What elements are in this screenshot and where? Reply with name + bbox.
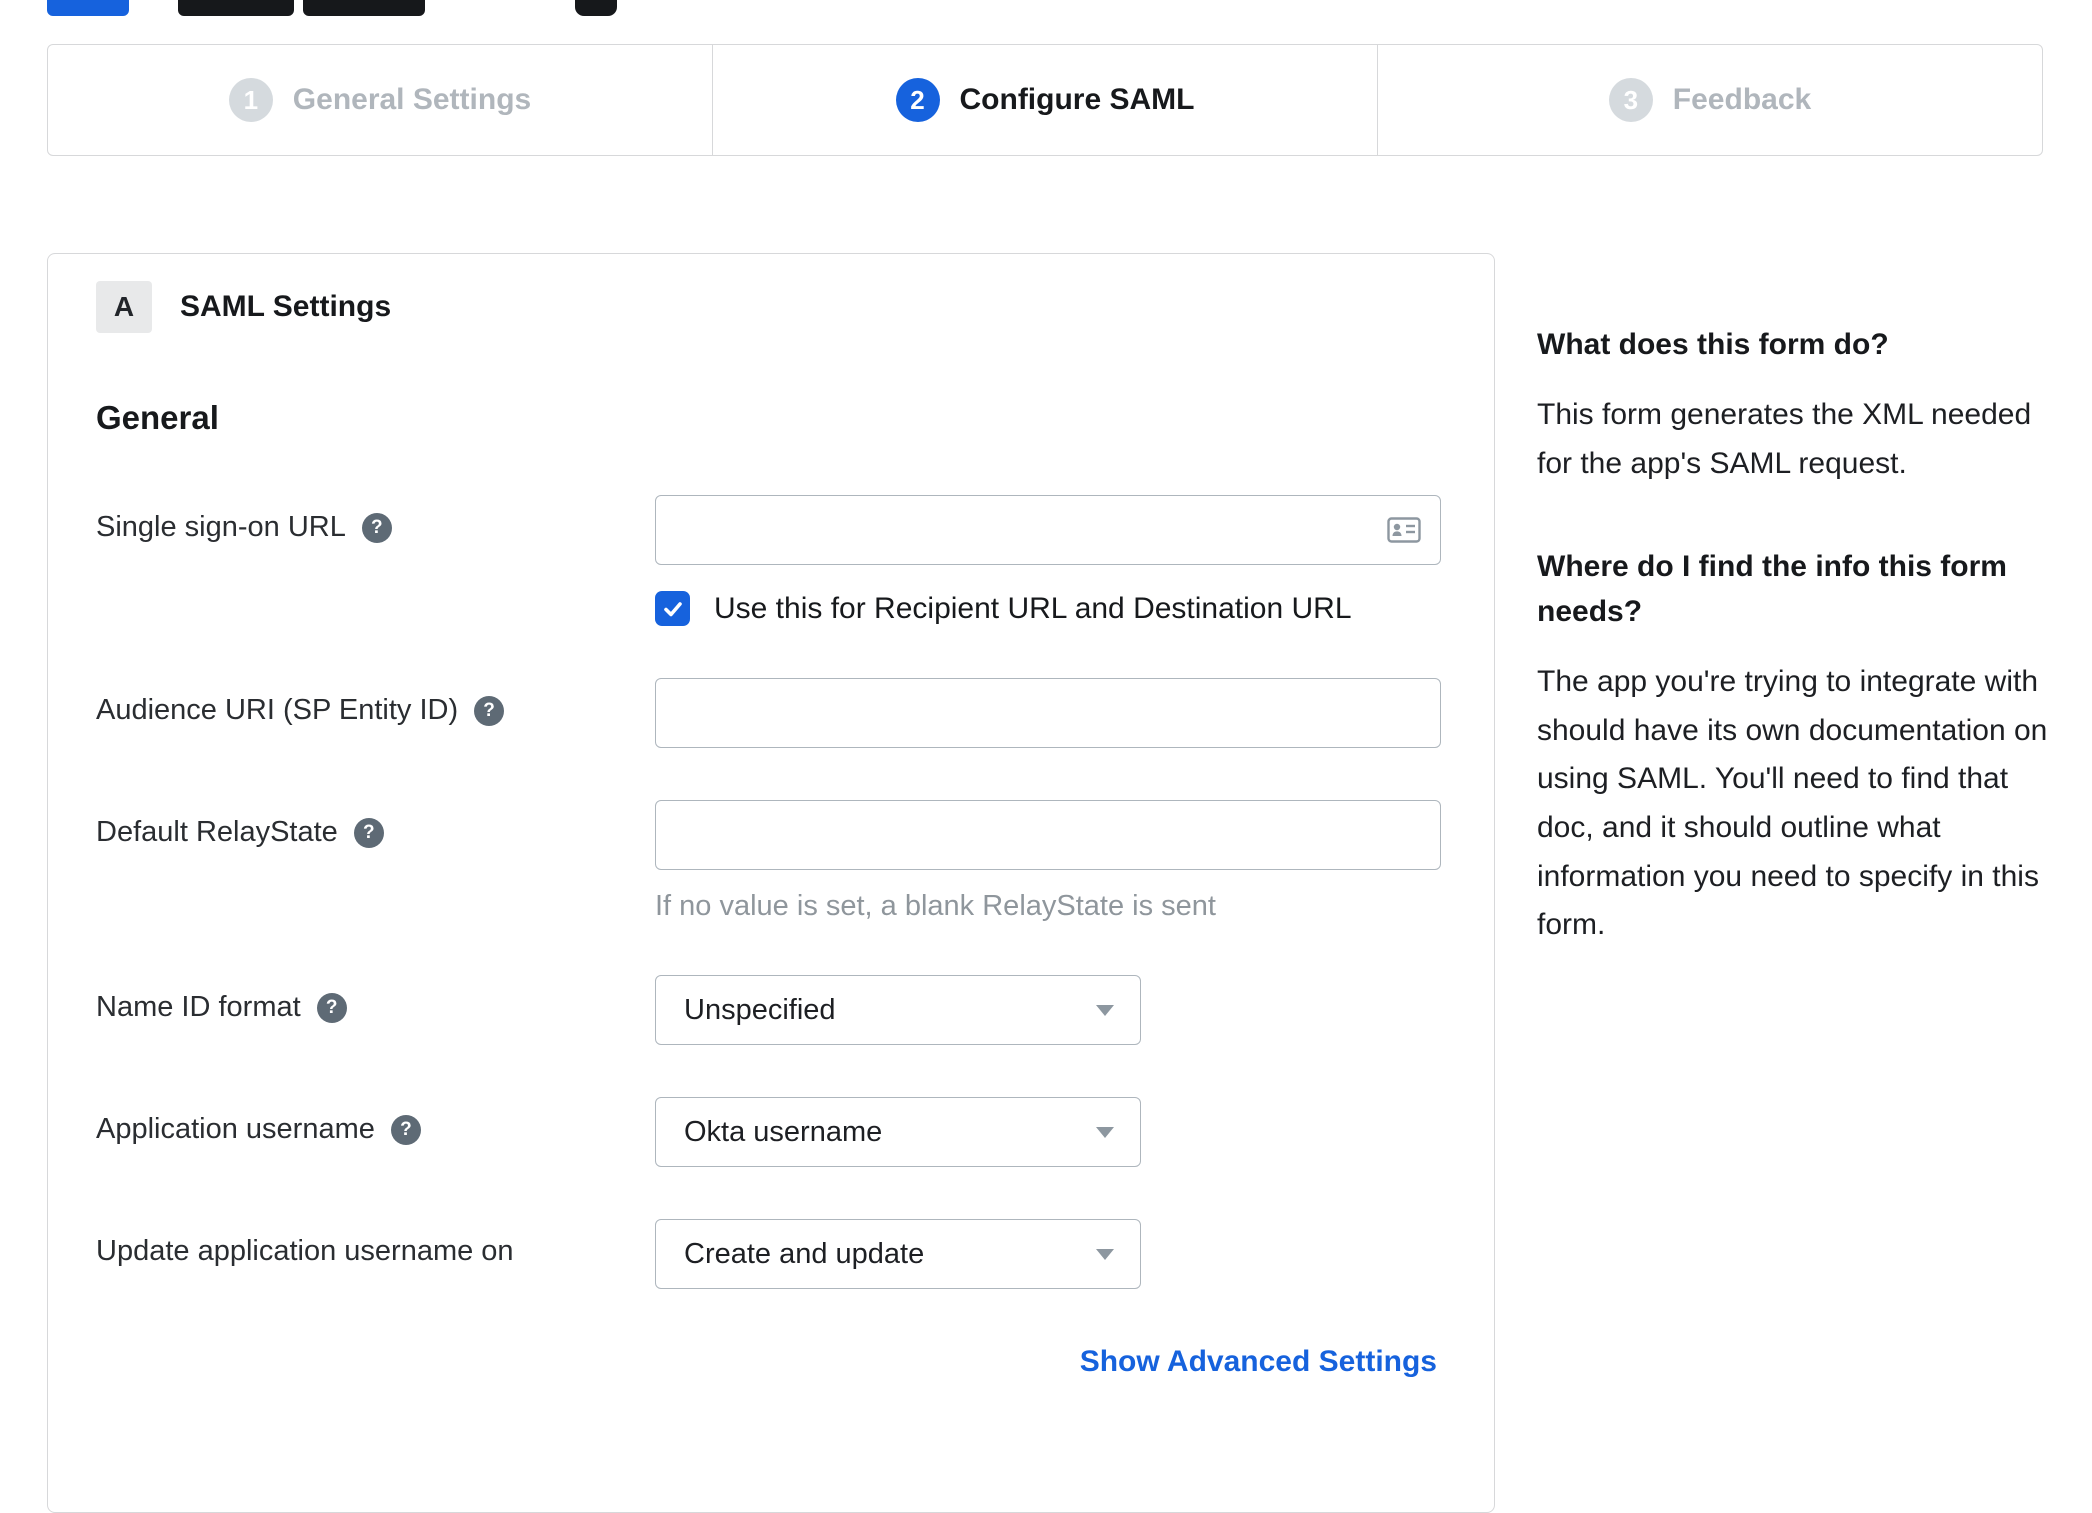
relay-state-label-cell: Default RelayState ?	[96, 800, 655, 849]
sso-url-label-cell: Single sign-on URL ?	[96, 495, 655, 544]
update-app-username-label-cell: Update application username on	[96, 1219, 655, 1268]
relay-state-label: Default RelayState	[96, 816, 338, 848]
relay-state-input[interactable]	[655, 800, 1441, 870]
app-username-select[interactable]: Okta username	[655, 1097, 1141, 1167]
cropped-title-fragment	[178, 0, 294, 16]
update-app-username-select[interactable]: Create and update	[655, 1219, 1141, 1289]
recipient-url-checkbox-label: Use this for Recipient URL and Destinati…	[714, 591, 1352, 625]
panel-header: A SAML Settings	[96, 281, 1437, 333]
app-username-value: Okta username	[684, 1115, 883, 1148]
relay-state-control: If no value is set, a blank RelayState i…	[655, 800, 1441, 923]
question-glyph: ?	[400, 1118, 412, 1140]
help-icon[interactable]: ?	[361, 512, 392, 543]
cropped-header	[0, 0, 2092, 20]
step-3-number-badge: 3	[1608, 78, 1653, 122]
help-icon[interactable]: ?	[390, 1114, 421, 1145]
audience-uri-label: Audience URI (SP Entity ID)	[96, 694, 459, 726]
cropped-logo-fragment	[575, 0, 617, 16]
relay-state-row: Default RelayState ? If no value is set,…	[96, 800, 1441, 923]
chevron-down-icon	[1096, 1005, 1114, 1016]
app-username-row: Application username ? Okta username	[96, 1097, 1437, 1167]
name-id-format-select[interactable]: Unspecified	[655, 975, 1141, 1045]
step-3-label: Feedback	[1672, 83, 1812, 116]
audience-uri-control	[655, 678, 1441, 748]
recipient-url-checkbox-row: Use this for Recipient URL and Destinati…	[655, 591, 1441, 626]
audience-uri-input-wrap	[655, 678, 1441, 748]
sso-url-label: Single sign-on URL	[96, 511, 346, 543]
help-icon[interactable]: ?	[316, 992, 347, 1023]
recipient-url-checkbox[interactable]	[655, 591, 690, 626]
sso-url-input[interactable]	[655, 495, 1441, 565]
relay-state-input-wrap	[655, 800, 1441, 870]
sso-url-input-wrap	[655, 495, 1441, 565]
question-glyph: ?	[371, 516, 383, 538]
help-body-where: The app you're trying to integrate with …	[1537, 665, 2048, 942]
question-glyph: ?	[363, 821, 375, 843]
cropped-blue-fragment	[47, 0, 129, 16]
checkmark-icon	[663, 601, 682, 616]
chevron-down-icon	[1096, 1249, 1114, 1260]
app-username-label: Application username	[96, 1113, 375, 1145]
app-username-label-cell: Application username ?	[96, 1097, 655, 1146]
sso-url-row: Single sign-on URL ? Use this for Recipi…	[96, 495, 1441, 626]
update-app-username-value: Create and update	[684, 1237, 925, 1270]
name-id-format-row: Name ID format ? Unspecified	[96, 975, 1437, 1045]
advanced-settings-row: Show Advanced Settings	[96, 1345, 1437, 1379]
sso-url-control: Use this for Recipient URL and Destinati…	[655, 495, 1441, 626]
step-2-label: Configure SAML	[959, 83, 1195, 116]
contact-card-icon	[1387, 517, 1421, 543]
show-advanced-settings-link[interactable]: Show Advanced Settings	[1080, 1345, 1437, 1379]
update-app-username-control: Create and update	[655, 1219, 1437, 1289]
panel-title: SAML Settings	[180, 290, 392, 323]
section-a-badge: A	[96, 281, 152, 333]
step-1-number-badge: 1	[228, 78, 273, 122]
question-glyph: ?	[325, 996, 338, 1018]
help-sidebar: What does this form do? This form genera…	[1537, 322, 2053, 1006]
chevron-down-icon	[1096, 1127, 1114, 1138]
name-id-format-value: Unspecified	[684, 993, 836, 1026]
question-glyph: ?	[483, 699, 495, 721]
relay-state-helper-text: If no value is set, a blank RelayState i…	[655, 890, 1216, 922]
audience-uri-row: Audience URI (SP Entity ID) ?	[96, 678, 1441, 748]
audience-uri-label-cell: Audience URI (SP Entity ID) ?	[96, 678, 655, 727]
name-id-format-label-cell: Name ID format ?	[96, 975, 655, 1024]
name-id-format-control: Unspecified	[655, 975, 1437, 1045]
help-body-what: This form generates the XML needed for t…	[1537, 398, 2032, 480]
step-1-label: General Settings	[292, 83, 532, 116]
update-app-username-label: Update application username on	[96, 1235, 514, 1267]
saml-form: Single sign-on URL ? Use this for Recipi…	[96, 495, 1441, 1289]
step-general-settings[interactable]: 1 General Settings	[48, 45, 712, 155]
audience-uri-input[interactable]	[655, 678, 1441, 748]
step-feedback[interactable]: 3 Feedback	[1377, 45, 2042, 155]
name-id-format-label: Name ID format	[96, 991, 301, 1023]
update-app-username-row: Update application username on Create an…	[96, 1219, 1437, 1289]
cropped-title-fragment	[303, 0, 425, 16]
general-section-title: General	[96, 399, 219, 436]
help-icon[interactable]: ?	[353, 817, 384, 848]
step-2-number-badge: 2	[895, 78, 940, 122]
help-heading-what: What does this form do?	[1537, 328, 1889, 361]
help-icon[interactable]: ?	[474, 695, 505, 726]
app-username-control: Okta username	[655, 1097, 1437, 1167]
help-heading-where: Where do I find the info this form needs…	[1537, 550, 2007, 629]
step-configure-saml[interactable]: 2 Configure SAML	[712, 45, 1377, 155]
saml-settings-panel: A SAML Settings General Single sign-on U…	[47, 253, 1495, 1513]
wizard-stepper: 1 General Settings 2 Configure SAML 3 Fe…	[47, 44, 2043, 156]
